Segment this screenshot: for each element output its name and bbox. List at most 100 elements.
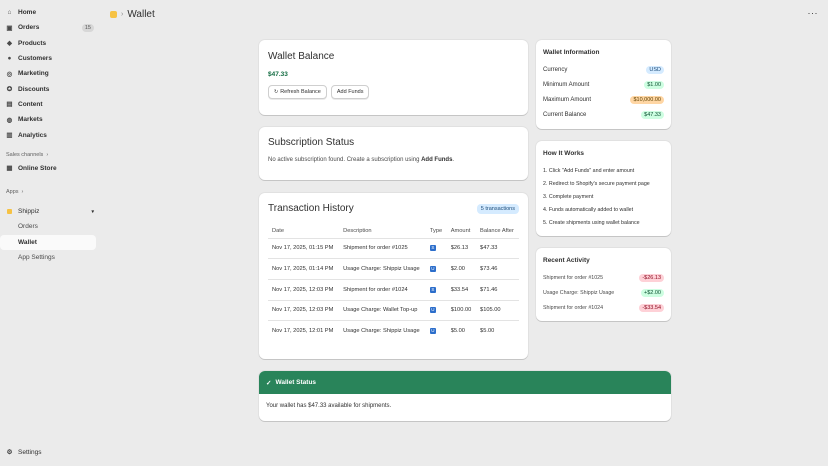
amount-cell: $2.00 <box>446 258 477 280</box>
sidebar-subitem-orders[interactable]: Orders <box>0 219 100 234</box>
page-title: Wallet <box>127 8 155 20</box>
more-actions-icon[interactable]: ··· <box>808 8 819 18</box>
info-row-currency: Currency USD <box>543 62 664 77</box>
subscription-status-card: Subscription Status No active subscripti… <box>259 127 528 180</box>
column-header: Balance After <box>476 225 519 239</box>
info-row-minimum-amount: Minimum Amount $1.00 <box>543 77 664 92</box>
balance-cell: $47.33 <box>476 238 519 260</box>
sidebar-item-settings[interactable]: ⚙ Settings <box>0 445 100 460</box>
discount-icon: ✪ <box>6 86 13 94</box>
steps-list: 1. Click "Add Funds" and enter amount 2.… <box>543 164 664 229</box>
tag-icon: ◆ <box>7 40 12 48</box>
table-row: Nov 17, 2025, 12:01 PM Usage Charge: Shi… <box>268 321 519 342</box>
date-cell: Nov 17, 2025, 01:14 PM <box>268 258 340 280</box>
column-header: Amount <box>446 225 477 239</box>
sidebar-item-marketing[interactable]: ◎ Marketing <box>0 66 100 81</box>
sidebar-item-label: Marketing <box>18 70 49 78</box>
shipment-type-icon: S <box>429 245 436 252</box>
card-title: How It Works <box>543 150 585 157</box>
wallet-balance-card: Wallet Balance $47.33 ↻ Refresh Balance A… <box>259 40 528 115</box>
table-row: Nov 17, 2025, 01:15 PM Shipment for orde… <box>268 238 519 260</box>
activity-label: Shipment for order #1024 <box>543 304 604 311</box>
list-item: Usage Charge: Shippiz Usage +$2.00 <box>543 285 664 300</box>
info-row-maximum-amount: Maximum Amount $10,000.00 <box>543 92 664 107</box>
sidebar-item-orders[interactable]: ▣ Orders 15 <box>0 20 100 35</box>
card-title: Wallet Information <box>543 49 600 56</box>
info-value-badge: $1.00 <box>644 80 664 89</box>
activity-amount-badge: +$2.00 <box>641 288 664 297</box>
card-title: Wallet Balance <box>268 51 335 62</box>
gear-icon: ⚙ <box>6 449 13 457</box>
chevron-down-icon: ▾ <box>91 208 94 215</box>
store-icon: ▦ <box>6 165 13 173</box>
add-funds-link[interactable]: Add Funds <box>421 157 452 163</box>
description-cell: Usage Charge: Wallet Top-up <box>339 300 426 322</box>
usage-type-icon: U <box>429 266 436 273</box>
column-header: Description <box>339 225 426 239</box>
description-cell: Shipment for order #1025 <box>339 238 426 260</box>
sidebar-item-markets[interactable]: ◍ Markets <box>0 112 100 127</box>
description-cell: Shipment for order #1024 <box>339 279 426 301</box>
wallet-information-card: Wallet Information Currency USD Minimum … <box>536 40 671 129</box>
usage-type-icon: U <box>429 328 436 335</box>
wallet-balance-amount: $47.33 <box>268 71 288 78</box>
chevron-right-icon: › <box>121 10 124 18</box>
list-item: 1. Click "Add Funds" and enter amount <box>543 167 635 174</box>
transaction-table: Date Description Type Amount Balance Aft… <box>268 225 519 341</box>
activity-amount-badge: -$26.13 <box>639 273 664 282</box>
balance-cell: $73.46 <box>476 258 519 280</box>
apps-heading[interactable]: Apps › <box>0 186 100 198</box>
orders-count-badge: 15 <box>81 23 94 32</box>
shipment-type-icon: S <box>429 286 436 293</box>
column-header: Type <box>425 225 447 239</box>
card-title: Transaction History <box>268 203 354 214</box>
sidebar-item-home[interactable]: ⌂ Home <box>0 5 100 20</box>
wallet-status-card: ✓ Wallet Status Your wallet has $47.33 a… <box>259 371 671 421</box>
sidebar: ⌂ Home ▣ Orders 15 ◆ Products ● Customer… <box>0 0 100 466</box>
description-cell: Usage Charge: Shippiz Usage <box>339 258 426 280</box>
amount-cell: $5.00 <box>450 328 465 335</box>
add-funds-button[interactable]: Add Funds <box>330 85 370 99</box>
app-icon <box>6 208 13 215</box>
subscription-message: No active subscription found. Create a s… <box>268 157 455 163</box>
content-icon: ▤ <box>6 101 13 109</box>
balance-cell: $105.00 <box>476 300 519 322</box>
table-row: Nov 17, 2025, 12:03 PM Usage Charge: Wal… <box>268 300 519 322</box>
app-icon[interactable] <box>110 10 117 18</box>
sidebar-item-discounts[interactable]: ✪ Discounts <box>0 81 100 96</box>
recent-activity-card: Recent Activity Shipment for order #1025… <box>536 248 671 321</box>
sidebar-item-content[interactable]: ▤ Content <box>0 97 100 112</box>
info-label: Currency <box>543 66 568 73</box>
amount-cell: $33.54 <box>446 279 477 301</box>
sidebar-item-shippiz[interactable]: Shippiz ▾ <box>0 204 100 219</box>
list-item: 5. Create shipments using wallet balance <box>543 219 640 226</box>
list-item: Shipment for order #1025 -$26.13 <box>543 270 664 285</box>
how-it-works-card: How It Works 1. Click "Add Funds" and en… <box>536 141 671 236</box>
sidebar-item-online-store[interactable]: ▦ Online Store <box>0 161 100 176</box>
refresh-balance-button[interactable]: ↻ Refresh Balance <box>268 85 327 99</box>
card-title: Recent Activity <box>543 257 590 264</box>
date-cell: Nov 17, 2025, 01:15 PM <box>268 238 340 260</box>
sidebar-item-customers[interactable]: ● Customers <box>0 51 100 66</box>
sidebar-item-products[interactable]: ◆ Products <box>0 36 100 51</box>
sales-channels-heading[interactable]: Sales channels › <box>0 149 100 161</box>
balance-cell: $71.46 <box>476 279 519 301</box>
sidebar-item-label: Products <box>18 39 47 47</box>
sidebar-item-label: Customers <box>18 55 52 63</box>
chevron-right-icon: › <box>46 151 49 158</box>
bar-chart-icon: ▥ <box>6 132 13 140</box>
activity-amount-badge: -$33.54 <box>639 303 664 312</box>
sidebar-subitem-wallet[interactable]: Wallet <box>0 234 96 250</box>
description-cell: Usage Charge: Shippiz Usage <box>343 328 420 335</box>
activity-label: Usage Charge: Shippiz Usage <box>543 289 615 296</box>
check-icon: ✓ <box>266 379 272 387</box>
info-label: Maximum Amount <box>543 96 592 103</box>
sidebar-item-label: Discounts <box>18 85 50 93</box>
sidebar-item-analytics[interactable]: ▥ Analytics <box>0 127 100 142</box>
list-item: 2. Redirect to Shopify's secure payment … <box>543 180 650 187</box>
table-row: Nov 17, 2025, 12:03 PM Shipment for orde… <box>268 279 519 301</box>
type-cell: U <box>426 321 447 342</box>
sidebar-item-label: Orders <box>18 24 40 32</box>
transaction-history-card: Transaction History 5 transactions Date … <box>259 193 528 359</box>
sidebar-item-app-settings[interactable]: App Settings <box>0 250 100 265</box>
